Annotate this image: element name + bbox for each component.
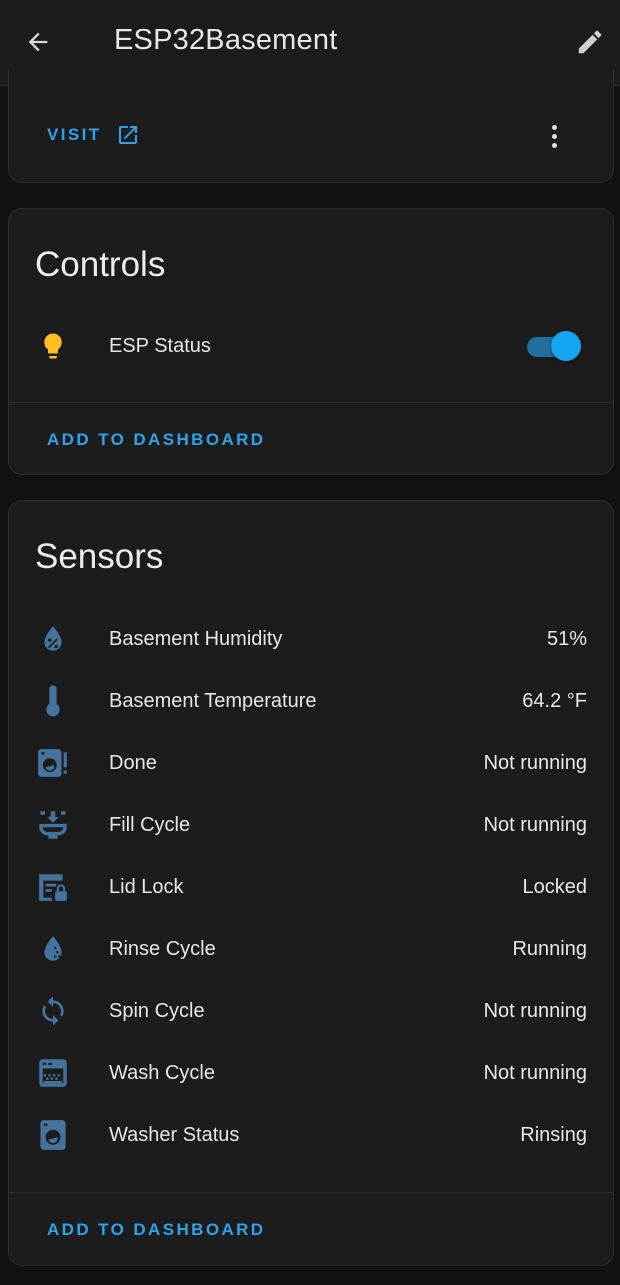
- visit-link[interactable]: VISIT: [47, 123, 140, 147]
- sensor-row[interactable]: Done Not running: [9, 735, 613, 791]
- controls-add-to-dashboard-button[interactable]: ADD TO DASHBOARD: [47, 430, 265, 450]
- sensor-label: Done: [109, 751, 157, 774]
- device-info-card: VISIT: [8, 70, 614, 183]
- water-fill-icon: [37, 809, 69, 841]
- divider: [9, 1192, 613, 1193]
- lightbulb-icon: [37, 330, 69, 362]
- sensor-row[interactable]: Basement Temperature 64.2 °F: [9, 673, 613, 729]
- sensor-row[interactable]: Wash Cycle Not running: [9, 1045, 613, 1101]
- sensor-row[interactable]: Washer Status Rinsing: [9, 1107, 613, 1163]
- water-percent-icon: [37, 623, 69, 655]
- sensor-value: Locked: [522, 875, 588, 898]
- sensors-title: Sensors: [35, 537, 164, 576]
- sensor-label: Basement Humidity: [109, 627, 283, 650]
- dot: [551, 142, 557, 148]
- sensor-value: Running: [512, 937, 587, 960]
- thermometer-icon: [37, 685, 69, 717]
- sensor-label: Washer Status: [109, 1123, 240, 1146]
- sensor-value: 64.2 °F: [522, 689, 587, 712]
- sensor-value: Rinsing: [520, 1123, 587, 1146]
- sensor-value: Not running: [483, 999, 587, 1022]
- lid-lock-icon: [37, 871, 69, 903]
- sensor-value: Not running: [483, 813, 587, 836]
- sensor-value: 51%: [546, 627, 587, 650]
- sensor-label: Lid Lock: [109, 875, 184, 898]
- more-options-button[interactable]: [539, 116, 569, 156]
- sensor-row[interactable]: Lid Lock Locked: [9, 859, 613, 915]
- dot: [551, 133, 557, 139]
- arrow-left-icon: [28, 32, 48, 52]
- sensor-row[interactable]: Basement Humidity 51%: [9, 611, 613, 667]
- control-row-esp-status[interactable]: ESP Status: [9, 318, 613, 374]
- sensor-label: Rinse Cycle: [109, 937, 216, 960]
- visit-label: VISIT: [47, 125, 102, 144]
- sensor-row[interactable]: Spin Cycle Not running: [9, 983, 613, 1039]
- sensor-row[interactable]: Fill Cycle Not running: [9, 797, 613, 853]
- sensors-card: Sensors Basement Humidity 51% Basement T…: [8, 500, 614, 1266]
- sensor-label: Basement Temperature: [109, 689, 317, 712]
- sensor-label: Fill Cycle: [109, 813, 191, 836]
- sync-icon: [37, 995, 69, 1027]
- divider: [9, 402, 613, 403]
- controls-title: Controls: [35, 245, 166, 284]
- controls-card: Controls ESP Status ADD TO DASHBOARD: [8, 208, 614, 475]
- wash-cycle-icon: [37, 1057, 69, 1089]
- sensor-label: Spin Cycle: [109, 999, 205, 1022]
- edit-button[interactable]: [570, 22, 610, 62]
- back-button[interactable]: [18, 22, 58, 62]
- sensor-value: Not running: [483, 751, 587, 774]
- sensors-add-to-dashboard-button[interactable]: ADD TO DASHBOARD: [47, 1220, 265, 1240]
- pencil-icon: [578, 30, 602, 54]
- esp-status-toggle[interactable]: [525, 331, 583, 361]
- toggle-thumb: [551, 331, 581, 361]
- sensor-label: Wash Cycle: [109, 1061, 215, 1084]
- dots-vertical-icon: [551, 124, 557, 130]
- control-label: ESP Status: [109, 334, 211, 357]
- water-opacity-icon: [37, 933, 69, 965]
- page-title: ESP32Basement: [114, 24, 338, 56]
- open-in-new-icon: [118, 126, 137, 144]
- sensor-value: Not running: [483, 1061, 587, 1084]
- washing-machine-alert-icon: [37, 747, 69, 779]
- sensor-row[interactable]: Rinse Cycle Running: [9, 921, 613, 977]
- washing-machine-icon: [37, 1119, 69, 1151]
